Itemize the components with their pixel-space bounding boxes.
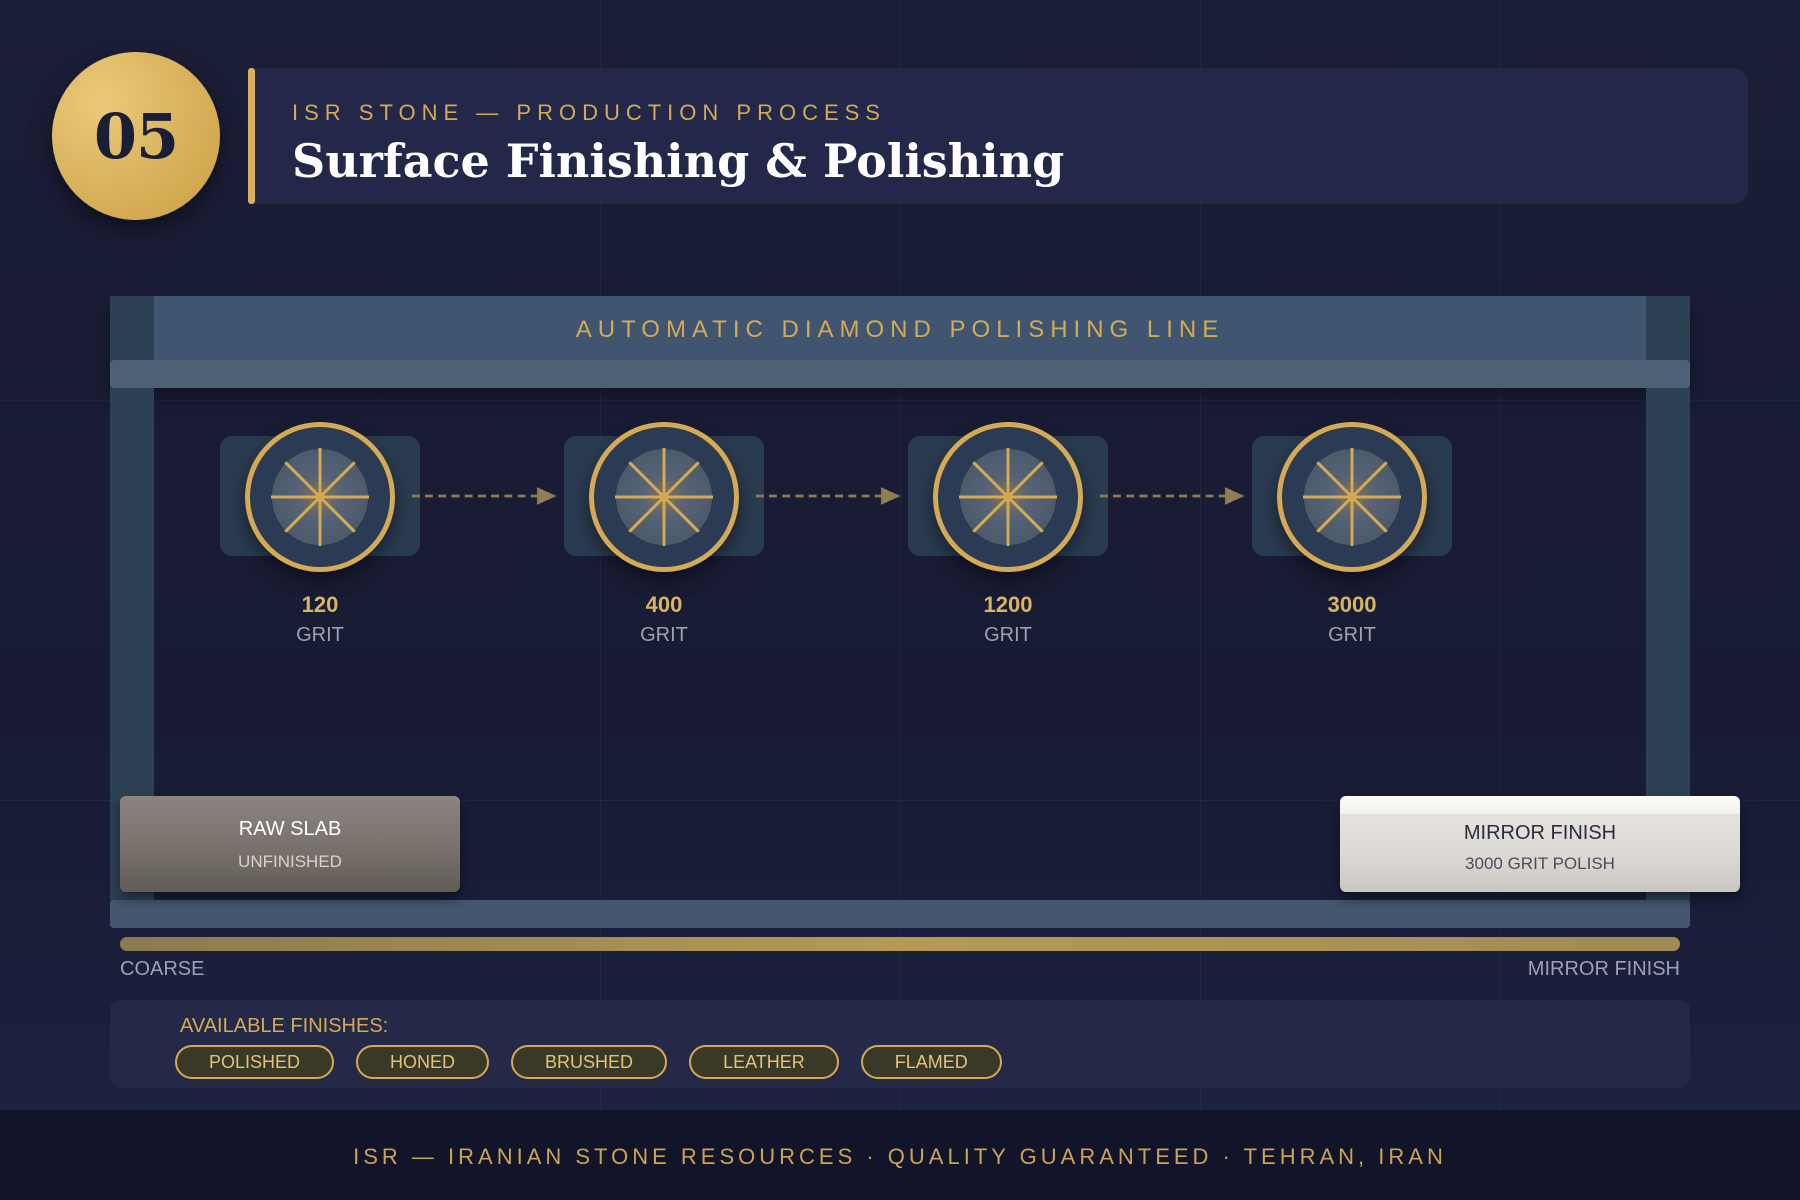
slab-sheen <box>1340 796 1740 814</box>
header-eyebrow: ISR STONE — PRODUCTION PROCESS <box>292 100 886 125</box>
finish-chip-list: POLISHED HONED BRUSHED LEATHER FLAMED <box>175 1045 1002 1079</box>
flow-arrow-icon <box>411 487 557 505</box>
diamond-segment-icon <box>615 448 713 546</box>
polishing-head: 120 GRIT <box>220 422 420 652</box>
header-accent-bar <box>248 68 255 204</box>
finish-chip: BRUSHED <box>511 1045 668 1079</box>
page-title: Surface Finishing & Polishing <box>292 134 1065 188</box>
head-grit-value: 1200 <box>983 592 1033 617</box>
head-grit-value: 3000 <box>1327 592 1377 617</box>
diamond-segment-icon <box>271 448 369 546</box>
conveyor-belt <box>110 900 1690 928</box>
polishing-head: 400 GRIT <box>564 422 764 652</box>
head-grit-value: 120 <box>301 592 339 617</box>
polishing-disc-icon <box>589 422 739 572</box>
raw-slab-title: RAW SLAB <box>238 818 342 840</box>
polishing-disc-icon <box>245 422 395 572</box>
head-grit-unit: GRIT <box>296 624 344 646</box>
finish-chip: FLAMED <box>860 1045 1002 1079</box>
footer-text: ISR — IRANIAN STONE RESOURCES · QUALITY … <box>353 1144 1447 1169</box>
finish-chip: LEATHER <box>689 1045 839 1079</box>
finish-scale-bar <box>120 937 1680 951</box>
scale-right-label: MIRROR FINISH <box>1527 958 1680 980</box>
polishing-disc-icon <box>1277 422 1427 572</box>
polishing-head: 1200 GRIT <box>908 422 1108 652</box>
scale-left-label: COARSE <box>120 958 205 980</box>
grid-line <box>0 400 1800 401</box>
flow-arrow-icon <box>1099 487 1245 505</box>
finished-slab: MIRROR FINISH 3000 GRIT POLISH <box>1340 796 1740 892</box>
flow-arrow-icon <box>755 487 901 505</box>
machine-top-rail <box>110 360 1690 388</box>
finished-slab-title: MIRROR FINISH <box>1463 822 1617 844</box>
polishing-head: 3000 GRIT <box>1252 422 1452 652</box>
raw-slab-subtitle: UNFINISHED <box>238 852 342 871</box>
finished-slab-subtitle: 3000 GRIT POLISH <box>1465 854 1615 873</box>
slide: 05 ISR STONE — PRODUCTION PROCESS Surfac… <box>0 0 1800 1200</box>
step-badge: 05 <box>52 52 220 220</box>
step-number: 05 <box>93 99 179 173</box>
finishes-title: AVAILABLE FINISHES: <box>180 1015 389 1037</box>
finish-chip: POLISHED <box>175 1045 335 1079</box>
polishing-disc-icon <box>933 422 1083 572</box>
head-grit-unit: GRIT <box>640 624 688 646</box>
head-grit-value: 400 <box>645 592 683 617</box>
finish-chip: HONED <box>356 1045 490 1079</box>
raw-slab: RAW SLAB UNFINISHED <box>120 796 460 892</box>
machine-label: AUTOMATIC DIAMOND POLISHING LINE <box>575 316 1225 343</box>
head-grit-unit: GRIT <box>984 624 1032 646</box>
diamond-segment-icon <box>959 448 1057 546</box>
diamond-segment-icon <box>1303 448 1401 546</box>
head-grit-unit: GRIT <box>1328 624 1376 646</box>
